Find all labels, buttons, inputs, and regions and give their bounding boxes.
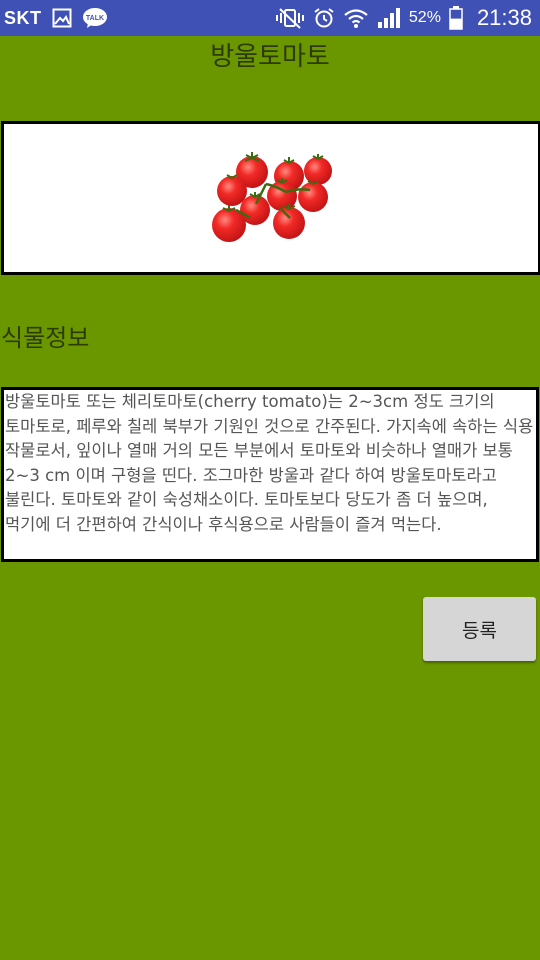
plant-image-frame	[1, 121, 540, 275]
status-bar-left: SKT TALK	[4, 0, 108, 36]
status-bar: SKT TALK 52% 21:38	[0, 0, 540, 36]
register-button[interactable]: 등록	[423, 597, 536, 661]
kakaotalk-icon: TALK	[82, 7, 108, 29]
section-title: 식물정보	[1, 324, 90, 352]
tomato-cluster	[212, 152, 332, 242]
status-bar-right: 52% 21:38	[275, 0, 532, 36]
image-icon	[52, 8, 72, 28]
carrier-name: SKT	[4, 7, 42, 28]
tomato	[304, 154, 332, 185]
battery-fill	[449, 18, 462, 29]
tomato	[298, 180, 328, 212]
clock: 21:38	[476, 5, 532, 30]
battery-icon	[449, 6, 463, 30]
vibrate-mute-icon	[275, 7, 305, 29]
plant-description: 방울토마토 또는 체리토마토(cherry tomato)는 2~3cm 정도 …	[1, 387, 539, 562]
cherry-tomatoes-image	[212, 152, 332, 242]
wifi-icon	[343, 7, 369, 29]
page-title: 방울토마토	[210, 42, 330, 72]
signal-icon	[377, 7, 401, 29]
kakaotalk-badge-text: TALK	[85, 15, 103, 22]
battery-percent: 52%	[408, 9, 441, 26]
alarm-icon	[313, 7, 335, 29]
